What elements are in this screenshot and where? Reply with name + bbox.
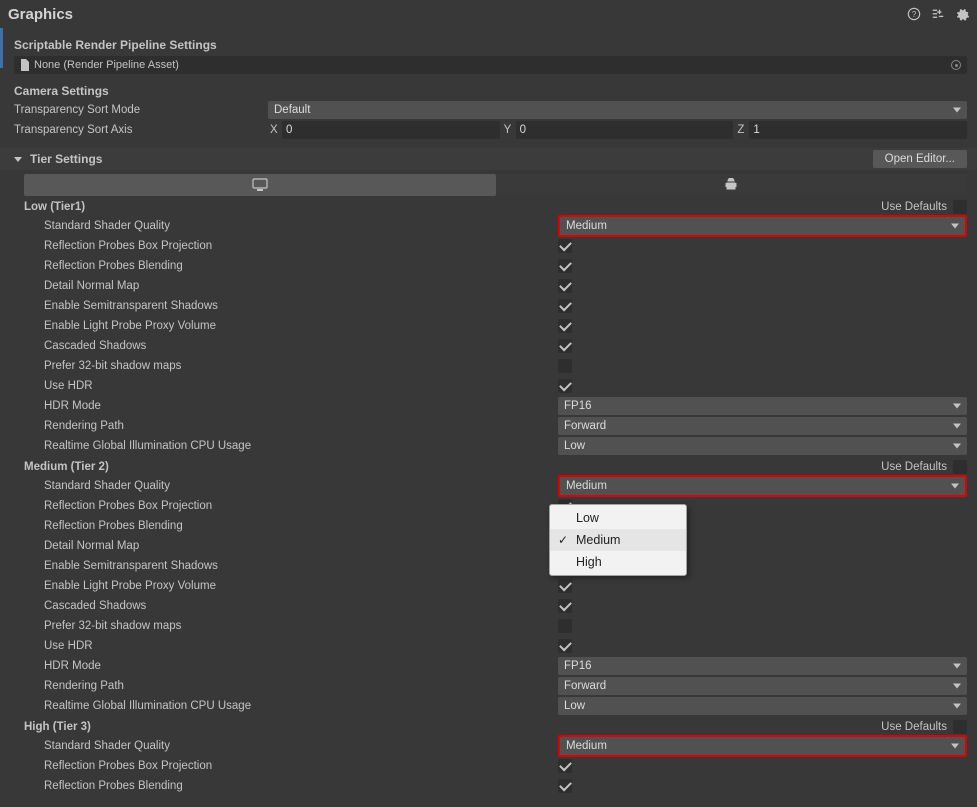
tier1-ssq-dropdown[interactable]: Medium — [558, 215, 967, 237]
tier1-use-defaults-checkbox[interactable] — [953, 200, 967, 214]
android-icon — [724, 178, 738, 192]
popup-option-low[interactable]: Low — [550, 507, 686, 529]
tier1-cs-checkbox[interactable] — [558, 339, 572, 353]
object-picker-icon[interactable] — [951, 60, 961, 70]
tier2-hdr-checkbox[interactable] — [558, 639, 572, 653]
tier1-header: Low (Tier1) Use Defaults — [10, 196, 977, 216]
tier2-ssq-dropdown[interactable]: Medium — [558, 475, 967, 497]
tier1-p32-checkbox[interactable] — [558, 359, 572, 373]
camera-label: Camera Settings — [0, 80, 977, 100]
tier1-rp-dropdown[interactable]: Forward — [558, 417, 967, 435]
presets-icon[interactable] — [931, 7, 945, 21]
tier2-rgicpu-dropdown[interactable]: Low — [558, 697, 967, 715]
tier1-rpbp-checkbox[interactable] — [558, 239, 572, 253]
sortmode-label: Transparency Sort Mode — [14, 104, 268, 116]
ssq-options-popup: Low ✓Medium High — [549, 504, 687, 576]
tier2-use-defaults-checkbox[interactable] — [953, 460, 967, 474]
srp-asset-field[interactable]: None (Render Pipeline Asset) — [14, 56, 967, 74]
tier1-rpb-checkbox[interactable] — [558, 259, 572, 273]
tier1-ess-checkbox[interactable] — [558, 299, 572, 313]
help-icon[interactable]: ? — [907, 7, 921, 21]
tier3-header: High (Tier 3) Use Defaults — [10, 716, 977, 736]
tier2-header: Medium (Tier 2) Use Defaults — [10, 456, 977, 476]
srp-asset-text: None (Render Pipeline Asset) — [34, 59, 179, 71]
sortaxis-z[interactable]: 1 — [749, 121, 967, 139]
foldout-icon — [14, 157, 22, 162]
sortmode-dropdown[interactable]: Default — [268, 101, 967, 119]
platform-tabs — [24, 174, 967, 196]
tier-settings-header[interactable]: Tier Settings Open Editor... — [0, 148, 977, 170]
tier2-elppv-checkbox[interactable] — [558, 579, 572, 593]
svg-text:?: ? — [912, 10, 917, 19]
sortaxis-x[interactable]: 0 — [282, 121, 500, 139]
sortaxis-label: Transparency Sort Axis — [14, 124, 268, 136]
tier2-p32-checkbox[interactable] — [558, 619, 572, 633]
gear-icon[interactable] — [955, 7, 969, 21]
tier1-rgicpu-dropdown[interactable]: Low — [558, 437, 967, 455]
panel-header: Graphics ? — [0, 0, 977, 28]
tier2-hdrm-dropdown[interactable]: FP16 — [558, 657, 967, 675]
panel-title: Graphics — [8, 6, 907, 23]
platform-tab-android[interactable] — [496, 174, 968, 196]
open-editor-button[interactable]: Open Editor... — [873, 150, 967, 168]
platform-tab-standalone[interactable] — [24, 174, 496, 196]
tier3-rpb-checkbox[interactable] — [558, 779, 572, 793]
tier1-hdrm-dropdown[interactable]: FP16 — [558, 397, 967, 415]
popup-option-high[interactable]: High — [550, 551, 686, 573]
tier3-use-defaults-checkbox[interactable] — [953, 720, 967, 734]
tier2-cs-checkbox[interactable] — [558, 599, 572, 613]
sortaxis-y[interactable]: 0 — [516, 121, 734, 139]
tier1-hdr-checkbox[interactable] — [558, 379, 572, 393]
tier3-rpbp-checkbox[interactable] — [558, 759, 572, 773]
sortaxis-vector3: X0 Y0 Z1 — [268, 121, 967, 139]
tier3-ssq-dropdown[interactable]: Medium — [558, 735, 967, 757]
popup-option-medium[interactable]: ✓Medium — [550, 529, 686, 551]
tier2-rp-dropdown[interactable]: Forward — [558, 677, 967, 695]
tier1-elppv-checkbox[interactable] — [558, 319, 572, 333]
srp-label: Scriptable Render Pipeline Settings — [0, 34, 977, 54]
tier1-dnm-checkbox[interactable] — [558, 279, 572, 293]
monitor-icon — [252, 178, 268, 192]
active-indicator — [0, 28, 3, 68]
